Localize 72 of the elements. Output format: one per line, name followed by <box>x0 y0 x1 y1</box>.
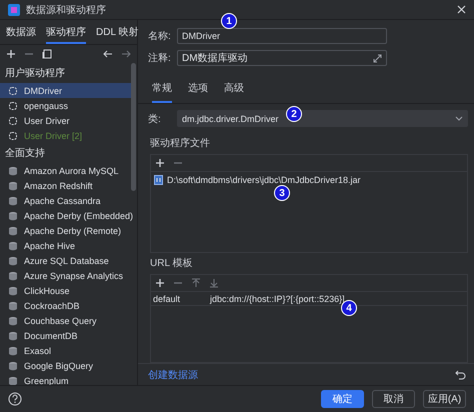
database-icon <box>8 346 18 356</box>
list-item[interactable]: Google BigQuery <box>0 358 131 373</box>
app-icon <box>8 4 20 16</box>
dialog-button[interactable]: 应用(A) <box>423 390 466 408</box>
list-item[interactable]: Azure SQL Database <box>0 253 131 268</box>
tab[interactable]: 驱动程序 <box>46 23 86 44</box>
tab[interactable]: 常规 <box>152 77 172 103</box>
list-item[interactable]: Amazon Aurora MySQL <box>0 163 131 178</box>
jar-file-icon <box>154 175 163 185</box>
database-icon <box>8 330 18 340</box>
forward-arrow-icon <box>121 49 131 59</box>
undo-icon <box>455 370 466 380</box>
list-item[interactable]: DMDriver <box>0 83 131 98</box>
list-item[interactable]: ClickHouse <box>0 283 131 298</box>
field-label: 注释: <box>148 52 172 65</box>
database-icon <box>8 180 18 190</box>
file-path: D:\soft\dmdbms\drivers\jdbc\DmJdbcDriver18.jar <box>167 175 361 185</box>
database-icon <box>8 210 18 220</box>
database-icon <box>8 316 18 326</box>
list-item[interactable]: User Driver <box>0 113 131 128</box>
list-item[interactable]: Exasol <box>0 343 131 358</box>
add-icon <box>155 278 165 288</box>
database-icon <box>8 376 18 385</box>
database-icon <box>8 270 18 280</box>
tab[interactable]: 选项 <box>188 77 208 103</box>
move-down-icon <box>209 278 219 288</box>
database-icon <box>8 226 18 236</box>
database-icon <box>8 286 18 296</box>
create-link[interactable]: 创建数据源 <box>148 368 198 382</box>
list-item[interactable]: Apache Derby (Remote) <box>0 223 131 238</box>
database-icon <box>8 360 18 370</box>
database-icon <box>8 300 18 310</box>
expand-icon <box>373 54 382 62</box>
ok-button[interactable]: 确定 <box>321 390 364 408</box>
input-field[interactable]: DMDriver <box>177 28 387 44</box>
list-item[interactable]: Apache Hive <box>0 238 131 253</box>
list-item[interactable]: Apache Derby (Embedded) <box>0 208 131 223</box>
add-icon <box>6 49 16 59</box>
back-arrow-icon <box>103 49 113 59</box>
chevron-down-icon <box>455 116 463 122</box>
list-item[interactable]: CockroachDB <box>0 298 131 313</box>
copy-icon <box>42 49 52 59</box>
tab[interactable]: DDL 映射 <box>96 23 138 44</box>
list-item[interactable]: Couchbase Query <box>0 313 131 328</box>
section-title: 全面支持 <box>4 147 46 161</box>
section-title: 用户驱动程序 <box>4 67 66 81</box>
help-icon <box>8 392 22 406</box>
database-icon <box>8 166 18 176</box>
list-item[interactable]: DocumentDB <box>0 328 131 343</box>
move-up-icon <box>191 278 201 288</box>
number-marker: 2 <box>286 106 302 122</box>
close-icon <box>457 5 466 14</box>
list-item[interactable]: Amazon Redshift <box>0 178 131 193</box>
database-icon <box>8 256 18 266</box>
field-label: 名称: <box>148 30 172 43</box>
database-icon <box>8 196 18 206</box>
list-item[interactable]: Apache Cassandra <box>0 193 131 208</box>
group-title: URL 模板 <box>149 256 194 270</box>
scrollbar[interactable] <box>131 63 136 191</box>
list-item[interactable]: Azure Synapse Analytics <box>0 268 131 283</box>
dialog-button[interactable]: 取消 <box>372 390 415 408</box>
field-label: 类: <box>148 112 162 126</box>
add-icon <box>155 158 165 168</box>
input-field[interactable]: DM数据库驱动 <box>177 50 387 66</box>
table-cell-text: default <box>152 294 182 304</box>
window-title: 数据源和驱动程序 <box>26 4 106 16</box>
database-icon <box>8 240 18 250</box>
tab[interactable]: 高级 <box>224 77 244 103</box>
list-item[interactable]: opengauss <box>0 98 131 113</box>
list-item[interactable]: Greenplum <box>0 373 131 385</box>
tab[interactable]: 数据源 <box>6 23 36 44</box>
group-title: 驱动程序文件 <box>149 136 211 150</box>
